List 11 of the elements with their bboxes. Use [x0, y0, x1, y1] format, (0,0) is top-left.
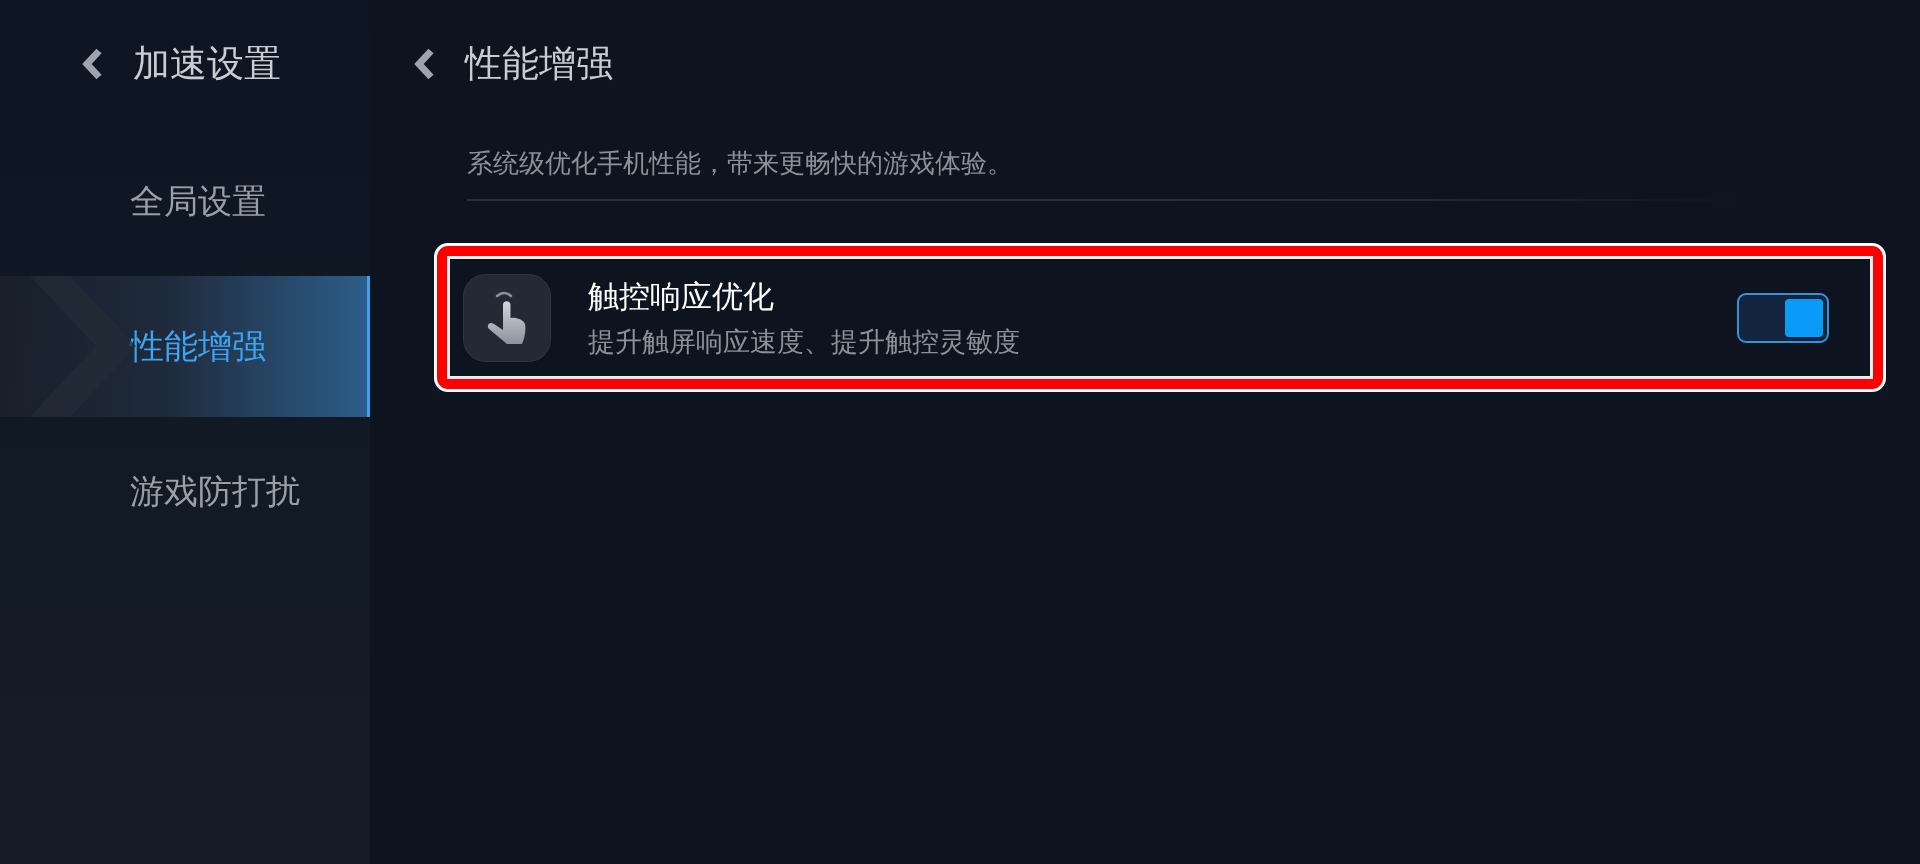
- back-button[interactable]: 加速设置: [78, 39, 281, 89]
- tap-gesture-icon: [463, 273, 551, 362]
- toggle-thumb[interactable]: [1785, 298, 1823, 337]
- setting-title: 触控响应优化: [588, 276, 774, 316]
- page-description: 系统级优化手机性能，带来更畅快的游戏体验。: [467, 147, 1013, 180]
- toggle-switch[interactable]: [1737, 292, 1829, 343]
- back-button[interactable]: 性能增强: [410, 39, 613, 89]
- sidebar-item[interactable]: 性能增强: [0, 276, 370, 417]
- sidebar-item[interactable]: 游戏防打扰: [0, 421, 370, 562]
- setting-subtitle: 提升触屏响应速度、提升触控灵敏度: [588, 324, 1020, 359]
- sidebar-item[interactable]: 全局设置: [0, 131, 370, 272]
